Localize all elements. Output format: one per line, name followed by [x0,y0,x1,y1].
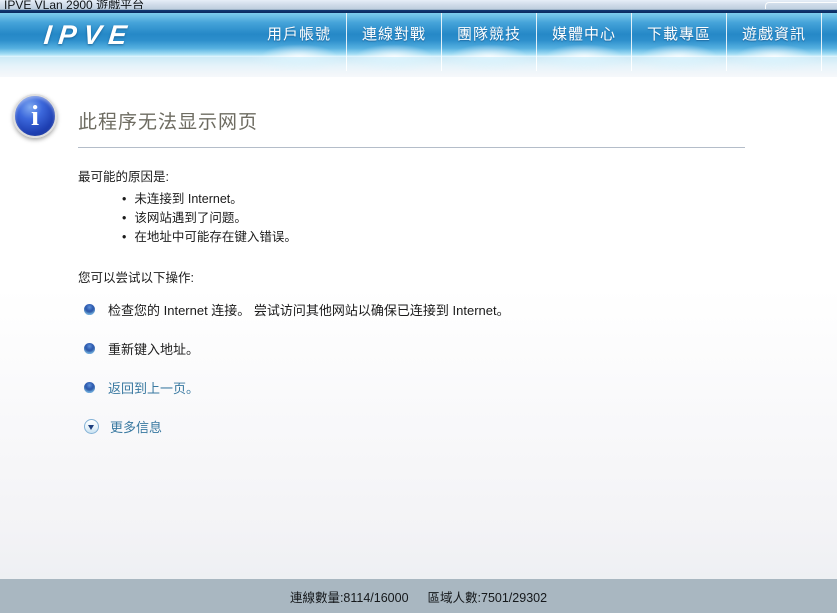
window-controls[interactable] [765,2,837,10]
nav-menu: 用戶帳號 連線對戰 團隊競技 媒體中心 下載專區 遊戲資訊 [252,13,822,57]
window-titlebar: IPVE VLan 2900 遊戲平台 [0,0,837,10]
app-window: IPVE VLan 2900 遊戲平台 IPVE 用戶帳號 連線對戰 團隊競技 … [0,0,837,613]
nav-item-online-battle[interactable]: 連線對戰 [347,13,442,57]
nav-item-user-account[interactable]: 用戶帳號 [252,13,347,57]
error-heading: 此程序无法显示网页 [78,107,258,134]
window-title: IPVE VLan 2900 遊戲平台 [4,0,144,10]
bullet-sphere-icon [84,343,95,354]
main-navbar: IPVE 用戶帳號 連線對戰 團隊競技 媒體中心 下載專區 遊戲資訊 [0,13,837,57]
more-info-link[interactable]: 更多信息 [110,417,162,436]
suggestion-text: 检查您的 Internet 连接。 尝试访问其他网站以确保已连接到 Intern… [108,300,510,319]
suggestions-title: 您可以尝试以下操作: [78,267,194,286]
ipve-logo: IPVE [42,20,135,51]
status-bar: 連線數量:8114/16000 區域人數:7501/29302 [0,579,837,613]
suggestion-go-back: 返回到上一页。 [84,378,199,397]
connections-count: 連線數量:8114/16000 [290,587,409,606]
cause-item: 未连接到 Internet。 [122,188,243,207]
suggestion-text: 重新键入地址。 [108,339,199,358]
nav-item-download-zone[interactable]: 下載專區 [632,13,727,57]
heading-divider [78,147,745,148]
go-back-link[interactable]: 返回到上一页。 [108,378,199,397]
bullet-sphere-icon [84,304,95,315]
suggestion-retype-address: 重新键入地址。 [84,339,199,358]
suggestion-more-info: 更多信息 [84,417,162,436]
nav-item-team-compete[interactable]: 團隊競技 [442,13,537,57]
info-icon: i [13,94,57,138]
cause-item: 该网站遇到了问题。 [122,207,247,226]
causes-title: 最可能的原因是: [78,166,169,185]
nav-item-game-info[interactable]: 遊戲資訊 [727,13,822,57]
chevron-down-circle-icon[interactable] [84,419,99,434]
bullet-sphere-icon [84,382,95,393]
nav-item-media-center[interactable]: 媒體中心 [537,13,632,57]
suggestion-check-connection: 检查您的 Internet 连接。 尝试访问其他网站以确保已连接到 Intern… [84,300,510,319]
error-page: i 此程序无法显示网页 最可能的原因是: 未连接到 Internet。 该网站遇… [0,77,837,579]
cause-item: 在地址中可能存在键入错误。 [122,226,297,245]
region-population: 區域人數:7501/29302 [428,587,548,606]
nav-glow-band [0,57,837,77]
